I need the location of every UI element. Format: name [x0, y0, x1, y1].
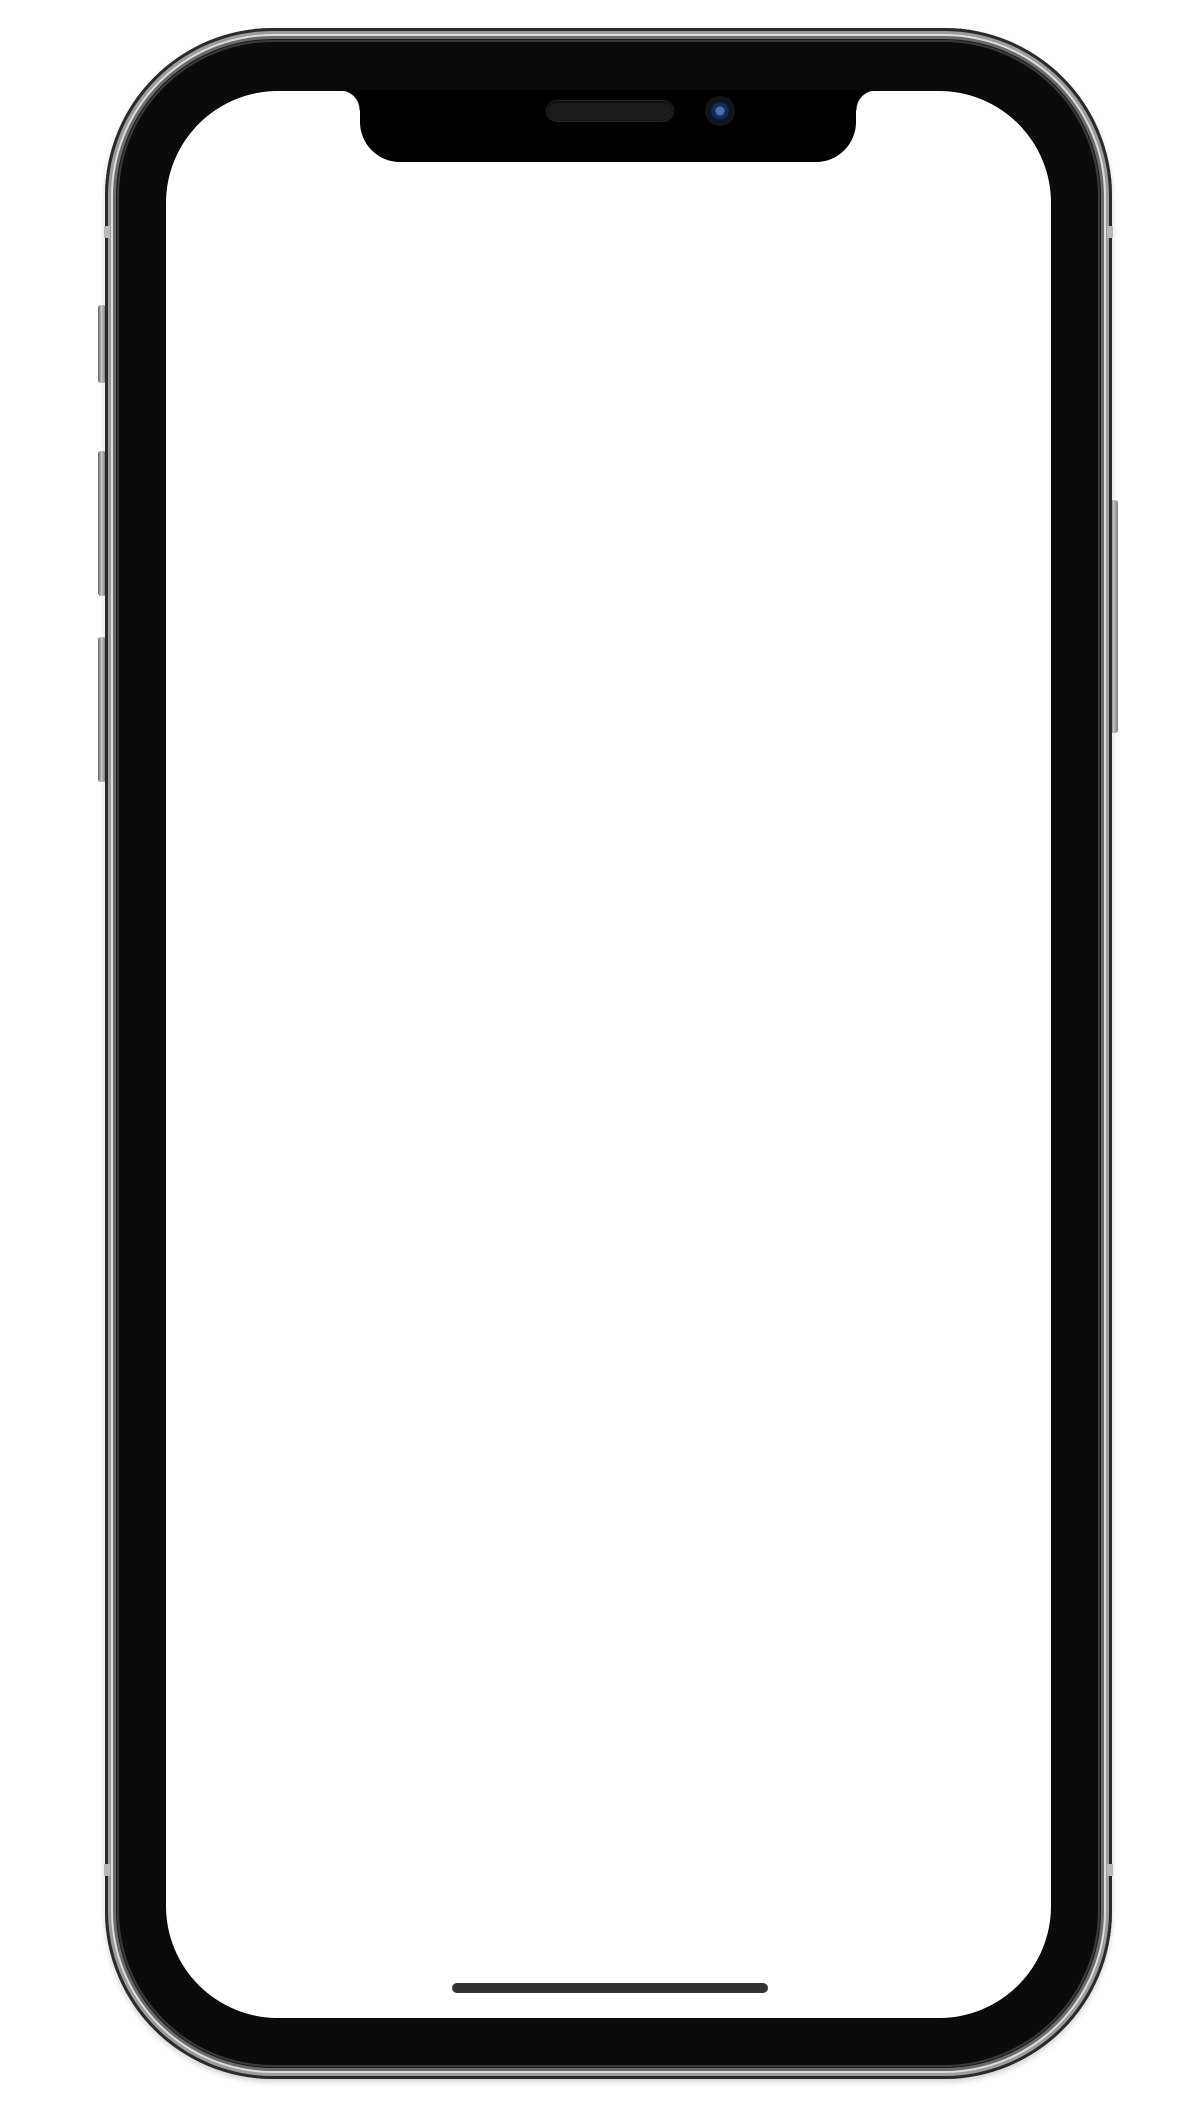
- antenna-band-top-right: [1107, 226, 1113, 238]
- phone-screen[interactable]: [166, 91, 1051, 2018]
- home-indicator[interactable]: [452, 1983, 768, 1993]
- earpiece-speaker-icon: [547, 101, 673, 121]
- phone-mockup-page: [0, 0, 1197, 2109]
- antenna-band-bottom-right: [1107, 1864, 1113, 1876]
- antenna-band-top-left: [104, 226, 110, 238]
- front-camera-icon: [705, 96, 735, 126]
- antenna-band-bottom-left: [104, 1864, 110, 1876]
